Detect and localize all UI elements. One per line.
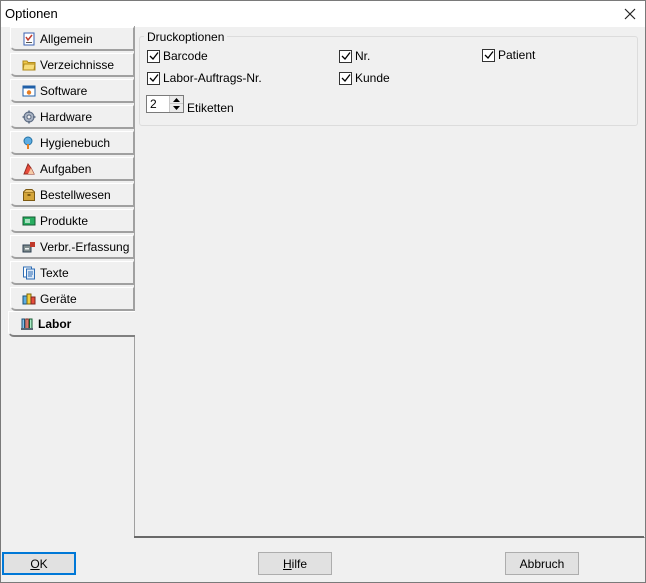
checkbox-labor-auftrags-nr[interactable]: Labor-Auftrags-Nr. bbox=[147, 71, 262, 85]
window-title: Optionen bbox=[5, 6, 58, 21]
spin-up-button[interactable] bbox=[170, 96, 183, 104]
tab-texte[interactable]: Texte bbox=[10, 261, 134, 285]
hilfe-mnemonic: H bbox=[282, 556, 292, 571]
checkbox-label: Patient bbox=[498, 48, 536, 62]
checkbox-nr[interactable]: Nr. bbox=[339, 49, 370, 63]
spinner-buttons bbox=[169, 96, 183, 112]
consumption-icon bbox=[21, 239, 36, 254]
devices-icon bbox=[21, 291, 36, 306]
etiketten-label: Etiketten bbox=[187, 101, 234, 115]
checklist-icon bbox=[21, 31, 36, 46]
abbruch-button[interactable]: Abbruch bbox=[505, 552, 579, 575]
close-button[interactable] bbox=[615, 1, 645, 27]
tab-label: Produkte bbox=[40, 213, 89, 228]
package-icon bbox=[21, 187, 36, 202]
tab-label: Geräte bbox=[40, 291, 77, 306]
checkbox-box[interactable] bbox=[339, 49, 352, 63]
gear-icon bbox=[21, 109, 36, 124]
tab-labor[interactable]: Labor bbox=[8, 311, 135, 337]
hygiene-icon bbox=[21, 135, 36, 150]
checkbox-box[interactable] bbox=[147, 71, 160, 85]
tab-label: Texte bbox=[40, 265, 69, 280]
etiketten-value[interactable]: 2 bbox=[150, 97, 157, 111]
check-icon bbox=[149, 74, 159, 82]
tab-produkte[interactable]: Produkte bbox=[10, 209, 134, 233]
title-bar[interactable]: Optionen bbox=[1, 1, 645, 27]
checkbox-box[interactable] bbox=[339, 71, 352, 85]
check-icon bbox=[341, 74, 351, 82]
close-icon bbox=[624, 8, 636, 20]
tasks-icon bbox=[21, 161, 36, 176]
checkbox-box[interactable] bbox=[482, 48, 495, 62]
hilfe-button[interactable]: Hilfe bbox=[258, 552, 332, 575]
tab-label: Hardware bbox=[40, 109, 93, 124]
tab-verzeichnisse[interactable]: Verzeichnisse bbox=[10, 53, 134, 77]
check-icon bbox=[341, 52, 351, 60]
check-icon bbox=[484, 51, 494, 59]
lab-icon bbox=[19, 316, 34, 331]
checkbox-label: Labor-Auftrags-Nr. bbox=[163, 71, 262, 85]
checkbox-kunde[interactable]: Kunde bbox=[339, 71, 390, 85]
folder-icon bbox=[21, 57, 36, 72]
tab-software[interactable]: Software bbox=[10, 79, 134, 103]
checkbox-box[interactable] bbox=[147, 49, 160, 63]
spin-down-button[interactable] bbox=[170, 104, 183, 112]
document-icon bbox=[21, 265, 36, 280]
checkbox-patient[interactable]: Patient bbox=[482, 48, 535, 62]
products-icon bbox=[21, 213, 36, 228]
tab-label: Bestellwesen bbox=[40, 187, 111, 202]
checkbox-label: Kunde bbox=[355, 71, 390, 85]
tab-allgemein[interactable]: Allgemein bbox=[10, 27, 134, 51]
tab-hygienebuch[interactable]: Hygienebuch bbox=[10, 131, 134, 155]
ok-mnemonic: O bbox=[30, 556, 40, 571]
tab-bestellwesen[interactable]: Bestellwesen bbox=[10, 183, 134, 207]
checkbox-barcode[interactable]: Barcode bbox=[147, 49, 208, 63]
ok-label-rest: K bbox=[39, 556, 48, 571]
tab-hardware[interactable]: Hardware bbox=[10, 105, 134, 129]
tab-label: Verzeichnisse bbox=[40, 57, 115, 72]
arrow-up-icon bbox=[173, 97, 180, 102]
check-icon bbox=[149, 52, 159, 60]
tab-label: Verbr.-Erfassung bbox=[40, 239, 130, 254]
tab-geraete[interactable]: Geräte bbox=[10, 287, 134, 311]
checkbox-label: Nr. bbox=[355, 49, 371, 63]
tab-label: Labor bbox=[38, 316, 72, 331]
panel-bottom-edge bbox=[134, 536, 644, 538]
checkbox-label: Barcode bbox=[163, 49, 208, 63]
hilfe-label-rest: ilfe bbox=[291, 556, 307, 571]
abbruch-label: Abbruch bbox=[519, 556, 565, 571]
software-icon bbox=[21, 83, 36, 98]
ok-button[interactable]: OK bbox=[2, 552, 76, 575]
tab-aufgaben[interactable]: Aufgaben bbox=[10, 157, 134, 181]
tab-label: Hygienebuch bbox=[40, 135, 111, 150]
tab-label: Software bbox=[40, 83, 88, 98]
tab-label: Allgemein bbox=[40, 31, 93, 46]
tab-label: Aufgaben bbox=[40, 161, 92, 176]
tab-verbr-erfassung[interactable]: Verbr.-Erfassung bbox=[10, 235, 134, 259]
group-legend: Druckoptionen bbox=[144, 30, 228, 44]
arrow-down-icon bbox=[173, 106, 180, 110]
etiketten-spinner[interactable]: 2 bbox=[146, 95, 184, 113]
